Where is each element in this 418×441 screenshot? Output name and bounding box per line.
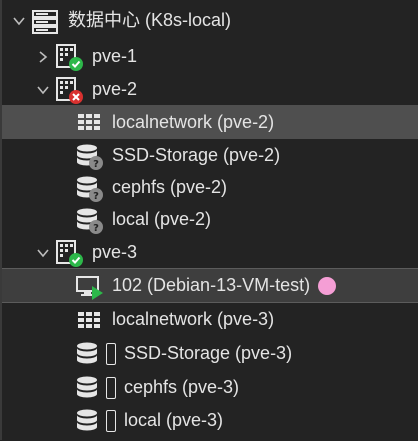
- node-server-icon: [54, 238, 84, 268]
- datacenter-label: 数据中心 (K8s-local): [68, 10, 232, 30]
- storage-available-icon: [106, 409, 116, 432]
- node-server-icon: [54, 42, 84, 72]
- local-pve-3-label: local (pve-3): [124, 410, 224, 430]
- tree-row-local-pve-2[interactable]: ? local (pve-2): [2, 203, 418, 236]
- tag-dot[interactable]: [318, 276, 337, 295]
- storage-available-icon: [106, 376, 116, 399]
- node-server-icon: [54, 75, 84, 105]
- storage-available-icon: [106, 342, 116, 365]
- tree-row-local-pve-3[interactable]: local (pve-3): [2, 404, 418, 437]
- network-grid-icon: [74, 305, 104, 335]
- tree-row-node-pve-1[interactable]: pve-1: [2, 40, 418, 73]
- resource-tree: 数据中心 (K8s-local) pve-1 pve-2 localnetwor…: [0, 0, 418, 440]
- network-grid-icon: [74, 107, 104, 137]
- tree-row-localnetwork-pve-3[interactable]: localnetwork (pve-3): [2, 303, 418, 336]
- svg-text:?: ?: [93, 191, 99, 202]
- vm-running-icon: [74, 271, 104, 301]
- tree-row-ssd-storage-pve-3[interactable]: SSD-Storage (pve-3): [2, 337, 418, 370]
- ssd-storage-pve-3-label: SSD-Storage (pve-3): [124, 343, 293, 363]
- storage-database-icon: ?: [74, 173, 104, 203]
- vm-102-label: 102 (Debian-13-VM-test): [112, 275, 311, 295]
- chevron-down-icon[interactable]: [36, 236, 50, 269]
- storage-database-icon: ?: [74, 205, 104, 235]
- tree-row-ssd-storage-pve-2[interactable]: ? SSD-Storage (pve-2): [2, 139, 418, 172]
- tree-row-localnetwork-pve-2[interactable]: localnetwork (pve-2): [2, 105, 418, 139]
- chevron-down-icon[interactable]: [36, 73, 50, 106]
- svg-text:?: ?: [93, 223, 99, 234]
- tree-row-vm-102[interactable]: 102 (Debian-13-VM-test): [2, 268, 418, 303]
- localnetwork-pve-2-label: localnetwork (pve-2): [112, 111, 275, 132]
- node-label-pve-1: pve-1: [92, 46, 138, 66]
- tree-row-cephfs-pve-2[interactable]: ? cephfs (pve-2): [2, 171, 418, 204]
- local-pve-2-label: local (pve-2): [112, 209, 212, 229]
- tree-row-node-pve-2[interactable]: pve-2: [2, 73, 418, 106]
- storage-database-icon: [74, 373, 104, 403]
- chevron-right-icon[interactable]: [36, 40, 50, 73]
- svg-text:?: ?: [93, 159, 99, 170]
- localnetwork-pve-3-label: localnetwork (pve-3): [112, 309, 275, 329]
- tree-row-cephfs-pve-3[interactable]: cephfs (pve-3): [2, 371, 418, 404]
- cephfs-pve-2-label: cephfs (pve-2): [112, 177, 228, 197]
- storage-database-icon: [74, 406, 104, 436]
- ssd-storage-pve-2-label: SSD-Storage (pve-2): [112, 145, 281, 165]
- cephfs-pve-3-label: cephfs (pve-3): [124, 377, 240, 397]
- tree-row-datacenter[interactable]: 数据中心 (K8s-local): [2, 4, 418, 37]
- chevron-down-icon[interactable]: [12, 4, 26, 37]
- server-rack-icon: [30, 6, 60, 36]
- storage-database-icon: ?: [74, 141, 104, 171]
- storage-database-icon: [74, 339, 104, 369]
- tree-row-node-pve-3[interactable]: pve-3: [2, 236, 418, 269]
- node-label-pve-2: pve-2: [92, 79, 138, 99]
- node-label-pve-3: pve-3: [92, 242, 138, 262]
